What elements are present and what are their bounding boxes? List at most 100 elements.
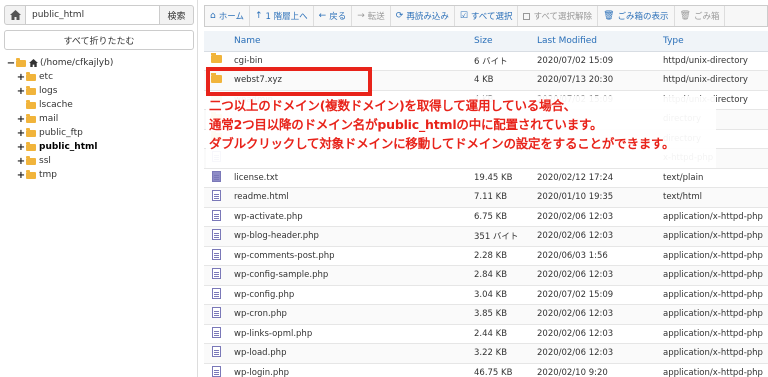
home-directory-button[interactable]	[4, 5, 26, 25]
expand-toggle-icon[interactable]: +	[16, 114, 26, 125]
annotation-line-1: 二つ以上のドメイン(複数ドメイン)を取得して運用している場合、	[209, 98, 576, 113]
table-row[interactable]: wp-activate.php 6.75 KB 2020/02/06 12:03 ap…	[204, 207, 768, 227]
file-name: wp-login.php	[230, 363, 470, 377]
checkbox-icon	[523, 12, 531, 20]
table-row[interactable]: wp-comments-post.php 2.28 KB 2020/06/03 1:…	[204, 246, 768, 266]
table-row[interactable]: wp-config.php 3.04 KB 2020/07/02 15:09 appl…	[204, 285, 768, 305]
file-icon-cell	[204, 246, 230, 266]
file-icon-cell	[204, 226, 230, 247]
file-icon	[212, 229, 221, 241]
tree-item-lscache[interactable]: lscache	[6, 98, 196, 112]
expand-toggle-icon[interactable]: +	[16, 72, 26, 83]
empty-trash-label: ごみ箱	[693, 12, 720, 22]
tree-item-etc[interactable]: + etc	[6, 70, 196, 84]
file-icon-cell	[204, 304, 230, 325]
forward-button[interactable]: → 転送	[352, 6, 391, 26]
file-icon-cell	[204, 324, 230, 344]
file-size: 19.45 KB	[470, 168, 533, 188]
back-label: 戻る	[329, 12, 347, 22]
file-modified: 2020/02/06 12:03	[533, 324, 659, 344]
file-name: wp-activate.php	[230, 207, 470, 227]
file-icon	[212, 209, 221, 221]
expand-toggle-icon[interactable]: +	[16, 142, 26, 153]
tree-item-logs[interactable]: + logs	[6, 84, 196, 98]
tree-item-label: etc	[39, 72, 54, 82]
file-modified: 2020/07/02 15:09	[533, 285, 659, 305]
view-trash-button[interactable]: 🗑 ごみ箱の表示	[598, 6, 675, 26]
file-modified: 2020/06/03 1:56	[533, 246, 659, 266]
select-all-button[interactable]: ☑ すべて選択	[455, 6, 519, 26]
reload-button[interactable]: ⟳ 再読み込み	[391, 6, 455, 26]
folder-icon	[26, 155, 36, 165]
file-type: application/x-httpd-php	[659, 363, 768, 377]
deselect-all-button[interactable]: すべて選択解除	[518, 6, 599, 26]
table-row[interactable]: wp-cron.php 3.85 KB 2020/02/06 12:03 applic…	[204, 304, 768, 325]
expand-toggle-icon[interactable]: +	[16, 156, 26, 167]
tree-item-public-html[interactable]: + public_html	[6, 140, 196, 154]
up-one-level-button[interactable]: ↑ 1 階層上へ	[250, 6, 314, 26]
file-size: 6.75 KB	[470, 207, 533, 227]
file-name: wp-cron.php	[230, 304, 470, 325]
expand-toggle-icon[interactable]: +	[16, 128, 26, 139]
file-type: application/x-httpd-php	[659, 324, 768, 344]
table-row[interactable]: readme.html 7.11 KB 2020/01/10 19:35 text/h…	[204, 187, 768, 208]
folder-icon	[26, 85, 36, 95]
search-button[interactable]: 検索	[160, 5, 194, 25]
folder-icon	[26, 127, 36, 137]
table-row[interactable]: wp-blog-header.php 351 バイト 2020/02/06 12:0…	[204, 226, 768, 247]
path-bar: 検索	[4, 5, 194, 25]
file-size: 351 バイト	[470, 226, 533, 247]
checkbox-checked-icon: ☑	[459, 11, 468, 21]
file-icon	[212, 346, 221, 358]
file-name: readme.html	[230, 187, 470, 208]
path-input[interactable]	[26, 5, 160, 25]
tree-root[interactable]: − (/home/cfkajlyb)	[6, 56, 196, 70]
file-type: httpd/unix-directory	[659, 51, 768, 71]
collapse-toggle-icon[interactable]: −	[6, 58, 16, 69]
folder-icon	[26, 113, 36, 123]
up-label: 1 階層上へ	[265, 12, 308, 22]
tree-item-label: public_ftp	[39, 128, 83, 138]
file-icon	[212, 190, 221, 202]
trash-icon: 🗑	[603, 11, 615, 21]
file-icon-cell	[204, 265, 230, 286]
file-icon	[212, 287, 221, 299]
tree-item-mail[interactable]: + mail	[6, 112, 196, 126]
modified-column-header[interactable]: Last Modified	[533, 31, 659, 52]
tree-item-tmp[interactable]: + tmp	[6, 168, 196, 182]
table-row[interactable]: wp-links-opml.php 2.44 KB 2020/02/06 12:03…	[204, 324, 768, 344]
table-row[interactable]: wp-config-sample.php 2.84 KB 2020/02/06 12…	[204, 265, 768, 286]
home-button[interactable]: ⌂ ホーム	[205, 6, 250, 26]
table-row[interactable]: wp-login.php 46.75 KB 2020/02/10 9:20 appli…	[204, 363, 768, 377]
name-column-header[interactable]: Name	[230, 31, 470, 52]
back-button[interactable]: ← 戻る	[314, 6, 353, 26]
file-size: 3.22 KB	[470, 343, 533, 364]
empty-trash-button[interactable]: 🗑 ごみ箱	[675, 6, 726, 26]
file-size: 7.11 KB	[470, 187, 533, 208]
tree-item-public-ftp[interactable]: + public_ftp	[6, 126, 196, 140]
file-icon-cell	[204, 168, 230, 188]
size-column-header[interactable]: Size	[470, 31, 533, 52]
tree-item-ssl[interactable]: + ssl	[6, 154, 196, 168]
file-list-panel: ⌂ ホーム ↑ 1 階層上へ ← 戻る → 転送 ⟳ 再読み込み ☑ すべて選択…	[204, 0, 768, 377]
collapse-all-button[interactable]: すべて折りたたむ	[4, 30, 194, 50]
file-icon	[212, 365, 221, 377]
file-icon-cell	[204, 187, 230, 208]
file-size: 3.85 KB	[470, 304, 533, 325]
expand-toggle-icon[interactable]: +	[16, 86, 26, 97]
table-row[interactable]: license.txt 19.45 KB 2020/02/12 17:24 text/…	[204, 168, 768, 188]
tree-item-label: tmp	[39, 170, 58, 180]
file-name: wp-config-sample.php	[230, 265, 470, 286]
file-icon	[212, 307, 221, 319]
type-column-header[interactable]: Type	[659, 31, 768, 52]
table-row[interactable]: wp-load.php 3.22 KB 2020/02/06 12:03 applic…	[204, 343, 768, 364]
file-icon	[212, 326, 221, 338]
file-type: application/x-httpd-php	[659, 265, 768, 286]
file-modified: 2020/07/13 20:30	[533, 70, 659, 91]
file-icon-cell	[204, 285, 230, 305]
file-size: 2.28 KB	[470, 246, 533, 266]
file-modified: 2020/02/12 17:24	[533, 168, 659, 188]
expand-toggle-icon[interactable]: +	[16, 170, 26, 181]
home-label: ホーム	[218, 12, 244, 22]
file-modified: 2020/02/06 12:03	[533, 343, 659, 364]
